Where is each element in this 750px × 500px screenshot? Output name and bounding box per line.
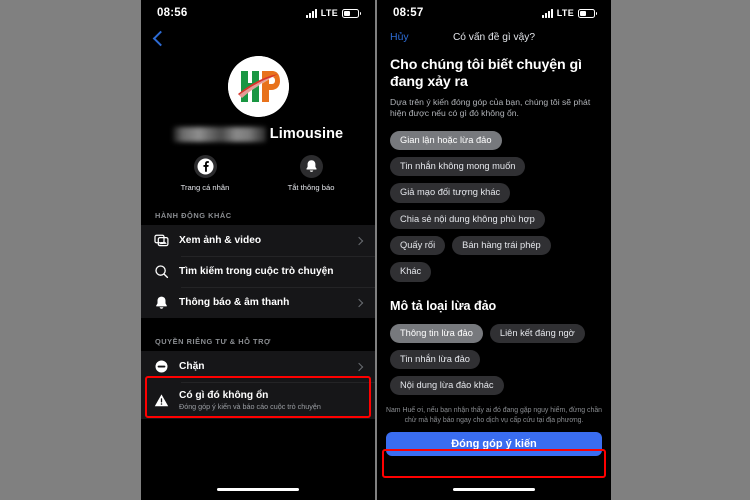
hp-limousine-logo — [227, 56, 289, 117]
detail-chip[interactable]: Liên kết đáng ngờ — [489, 323, 585, 343]
right-status-bar: 08:57 LTE — [377, 0, 611, 26]
modal-heading: Cho chúng tôi biết chuyện gì đang xảy ra — [390, 57, 582, 91]
row-title: Xem ảnh & video — [179, 234, 262, 246]
row-subtitle: Đóng góp ý kiến và báo cáo cuộc trò chuy… — [179, 402, 321, 412]
signal-bars-icon — [541, 8, 553, 18]
status-time: 08:56 — [157, 7, 188, 19]
warning-triangle-icon — [154, 393, 179, 408]
status-indicators: LTE — [541, 8, 597, 18]
chevron-right-icon — [354, 236, 364, 245]
chevron-right-icon — [354, 298, 364, 307]
reason-chip[interactable]: Tin nhắn không mong muốn — [390, 157, 526, 177]
battery-icon — [342, 8, 361, 18]
row-view-photos-videos[interactable]: Xem ảnh & video — [141, 225, 375, 256]
submit-feedback-button[interactable]: Đóng góp ý kiến — [386, 432, 602, 457]
detail-section-title: Mô tả loại lừa đảo — [390, 298, 497, 313]
row-block[interactable]: Chặn — [141, 351, 375, 382]
status-time: 08:57 — [393, 7, 424, 19]
network-label: LTE — [556, 8, 574, 18]
quick-action-profile[interactable]: Trang cá nhân — [174, 155, 236, 192]
row-body: Có gì đó không ổn Đóng góp ý kiến và báo… — [179, 390, 362, 412]
reason-chip[interactable]: Bán hàng trái phép — [452, 236, 551, 256]
section-header-privacy-support: QUYỀN RIÊNG TƯ & HỖ TRỢ — [155, 337, 271, 346]
row-body: Xem ảnh & video — [179, 235, 350, 247]
row-title: Chặn — [179, 360, 205, 372]
chevron-right-icon — [354, 362, 364, 371]
cancel-button[interactable]: Hủy — [390, 31, 409, 43]
reason-chip[interactable]: Giả mạo đối tượng khác — [390, 183, 511, 203]
row-body: Tìm kiếm trong cuộc trò chuyện — [179, 266, 362, 278]
modal-header: Hủy Có vấn đề gì vậy? — [377, 26, 611, 48]
row-title: Tìm kiếm trong cuộc trò chuyện — [179, 265, 334, 277]
right-phone-screen: 08:57 LTE Hủy Có vấn đề gì vậy? Cho chún… — [377, 0, 611, 500]
bell-icon — [299, 155, 323, 178]
block-icon — [154, 359, 179, 374]
section-card-privacy-support: Chặn Có gì đó không ổn Đóng góp ý kiến v… — [141, 351, 375, 419]
section-header-other-actions: HÀNH ĐỘNG KHÁC — [155, 211, 232, 220]
modal-body: Cho chúng tôi biết chuyện gì đang xảy ra… — [377, 57, 611, 396]
row-notifications-sounds[interactable]: Thông báo & âm thanh — [141, 287, 375, 318]
home-indicator — [217, 487, 299, 491]
facebook-icon — [193, 155, 217, 178]
detail-chip[interactable]: Tin nhắn lừa đảo — [390, 349, 480, 370]
reason-chip[interactable]: Chia sẻ nội dung không phù hợp — [390, 209, 545, 229]
back-button[interactable] — [141, 26, 375, 50]
row-title: Thông báo & âm thanh — [179, 296, 290, 308]
profile-name: Limousine — [269, 126, 344, 142]
left-phone-screen: 08:56 LTE Limousine Trang cá nhân Tắt th… — [141, 0, 375, 500]
modal-subheading: Dựa trên ý kiến đóng góp của bạn, chúng … — [390, 96, 591, 119]
chevron-left-icon — [152, 30, 169, 46]
emergency-disclaimer: Nam Huế ơi, nếu bạn nhận thấy ai đó đang… — [386, 407, 602, 424]
left-status-bar: 08:56 LTE — [141, 0, 375, 26]
reason-chip-group: Gian lận hoặc lừa đảo Tin nhắn không mon… — [390, 130, 598, 282]
section-card-other-actions: Xem ảnh & video Tìm kiếm trong cuộc trò … — [141, 225, 375, 318]
screenshot-stage: 08:56 LTE Limousine Trang cá nhân Tắt th… — [0, 0, 750, 500]
reason-chip[interactable]: Gian lận hoặc lừa đảo — [390, 130, 502, 151]
row-body: Thông báo & âm thanh — [179, 297, 350, 309]
submit-button-wrap: Đóng góp ý kiến — [377, 432, 611, 457]
reason-chip[interactable]: Khác — [390, 262, 432, 282]
quick-action-mute[interactable]: Tắt thông báo — [280, 155, 342, 192]
battery-icon — [578, 8, 597, 18]
network-label: LTE — [320, 8, 338, 18]
reason-chip[interactable]: Quấy rối — [390, 236, 446, 256]
row-search-in-conversation[interactable]: Tìm kiếm trong cuộc trò chuyện — [141, 256, 375, 287]
row-something-wrong[interactable]: Có gì đó không ổn Đóng góp ý kiến và báo… — [141, 382, 375, 419]
bell-icon — [154, 295, 179, 310]
photos-videos-icon — [154, 233, 179, 248]
row-title: Có gì đó không ổn — [179, 389, 269, 401]
detail-chip[interactable]: Nội dung lừa đảo khác — [390, 376, 504, 396]
profile-name-row: Limousine — [141, 126, 375, 142]
quick-actions: Trang cá nhân Tắt thông báo — [141, 155, 375, 192]
detail-chip[interactable]: Thông tin lừa đảo — [390, 323, 483, 343]
modal-title: Có vấn đề gì vậy? — [452, 31, 536, 43]
row-body: Chặn — [179, 361, 350, 373]
signal-bars-icon — [305, 8, 317, 18]
quick-action-label: Trang cá nhân — [180, 183, 230, 192]
search-icon — [154, 264, 179, 279]
avatar[interactable] — [227, 56, 289, 117]
quick-action-label: Tắt thông báo — [287, 183, 335, 192]
home-indicator — [453, 487, 535, 491]
detail-chip-group: Thông tin lừa đảo Liên kết đáng ngờ Tin … — [390, 323, 598, 396]
redacted-name — [172, 126, 266, 142]
avatar-container — [141, 56, 375, 117]
status-indicators: LTE — [305, 8, 361, 18]
